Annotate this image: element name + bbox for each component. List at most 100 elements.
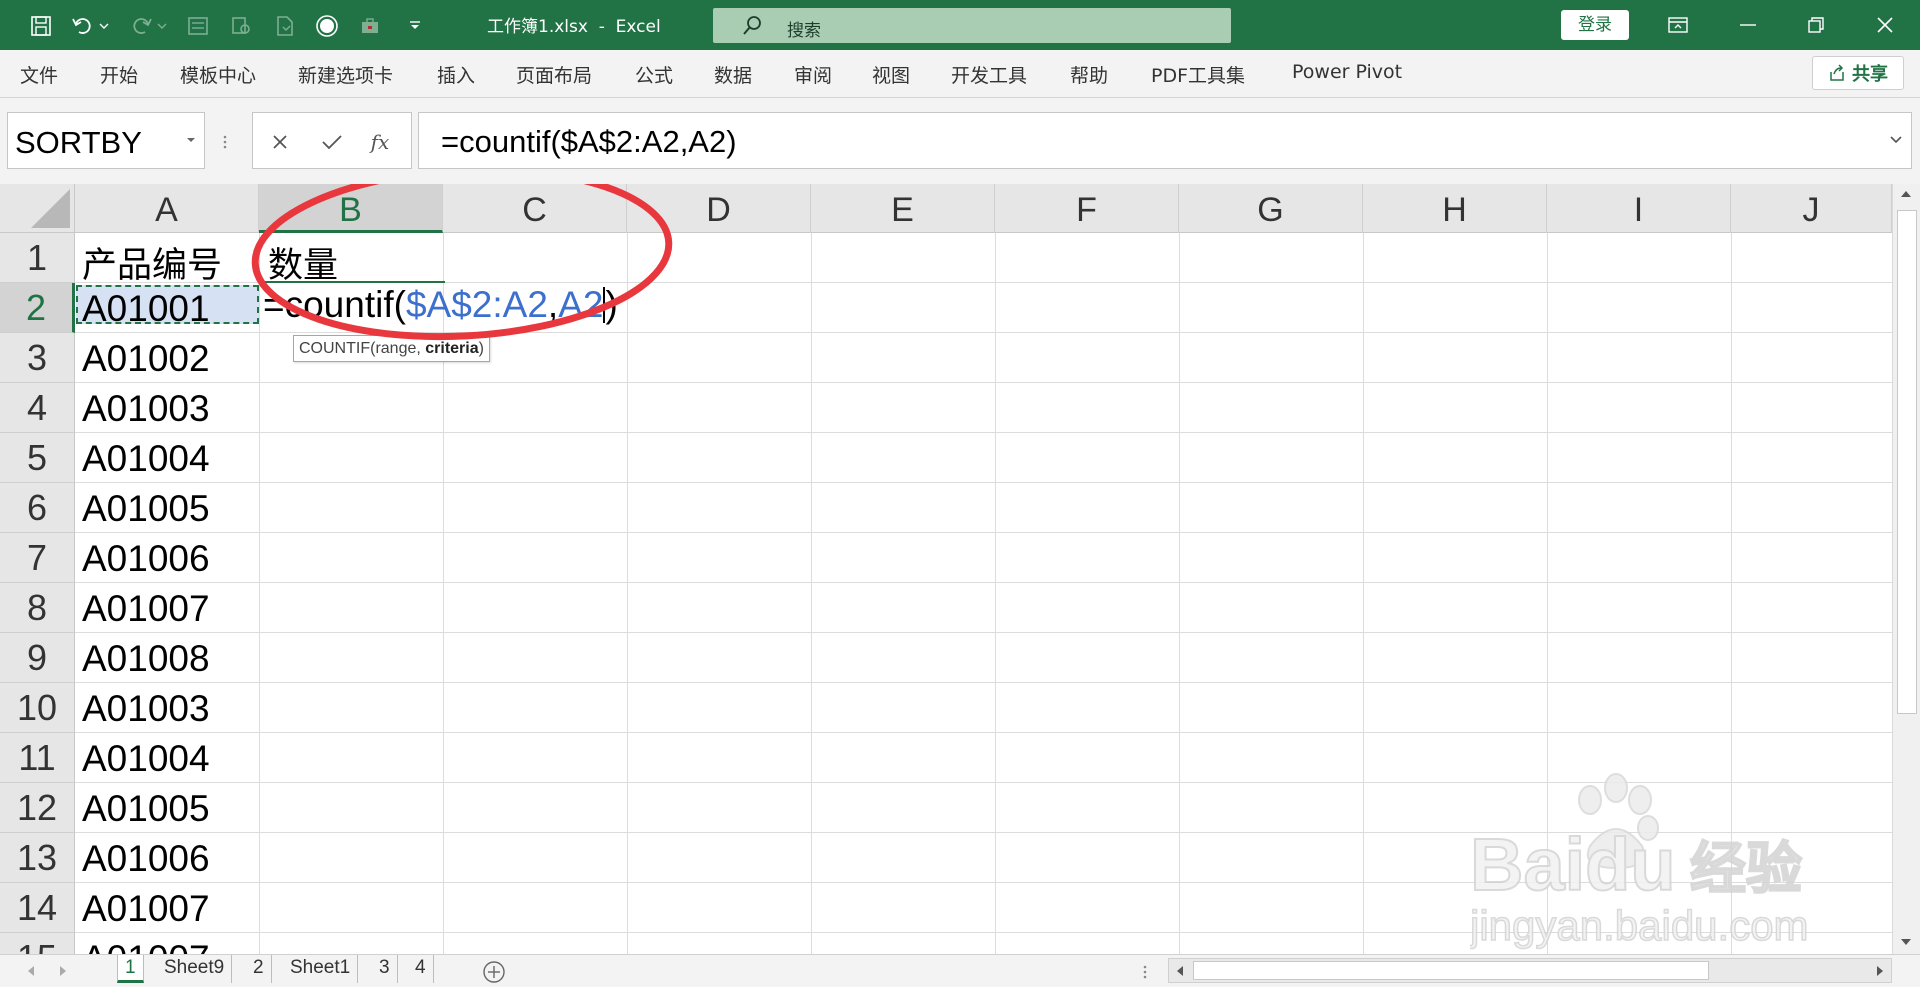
record-circle-icon[interactable] bbox=[314, 13, 340, 39]
column-header-j[interactable]: J bbox=[1731, 184, 1892, 233]
scroll-down-icon[interactable] bbox=[1898, 936, 1914, 948]
cell-a12[interactable]: A01005 bbox=[82, 788, 210, 830]
sheet-tab-4[interactable]: 4 bbox=[408, 955, 434, 983]
tab-power-pivot[interactable]: Power Pivot bbox=[1292, 61, 1402, 83]
login-button[interactable]: 登录 bbox=[1561, 10, 1629, 40]
toolbox-icon[interactable] bbox=[357, 13, 383, 39]
horizontal-scroll-thumb[interactable] bbox=[1193, 961, 1709, 980]
tooltip-arg-range[interactable]: range, bbox=[375, 340, 425, 357]
ribbon-display-options-icon[interactable] bbox=[1643, 0, 1713, 50]
sheet-prev-icon[interactable] bbox=[26, 965, 36, 977]
column-header-e[interactable]: E bbox=[811, 184, 995, 233]
row-header[interactable]: 11 bbox=[0, 733, 75, 783]
tab-view[interactable]: 视图 bbox=[872, 61, 910, 88]
tab-file[interactable]: 文件 bbox=[20, 61, 58, 88]
column-header-c[interactable]: C bbox=[443, 184, 627, 233]
sheet-tab-2[interactable]: 2 bbox=[246, 955, 272, 983]
tab-review[interactable]: 审阅 bbox=[794, 61, 832, 88]
redo-icon[interactable] bbox=[128, 13, 154, 39]
row-header[interactable]: 7 bbox=[0, 533, 75, 583]
print-preview-icon[interactable] bbox=[228, 13, 254, 39]
column-header-h[interactable]: H bbox=[1363, 184, 1547, 233]
row-header[interactable]: 14 bbox=[0, 883, 75, 933]
redo-dropdown-icon[interactable] bbox=[155, 13, 169, 39]
close-window-icon[interactable] bbox=[1850, 0, 1920, 50]
row-header[interactable]: 2 bbox=[0, 283, 75, 333]
select-all-button[interactable] bbox=[0, 184, 75, 233]
tab-data[interactable]: 数据 bbox=[714, 61, 752, 88]
restore-icon[interactable] bbox=[1781, 0, 1851, 50]
undo-icon[interactable] bbox=[70, 13, 96, 39]
cell-a8[interactable]: A01007 bbox=[82, 588, 210, 630]
tab-formulas[interactable]: 公式 bbox=[635, 61, 673, 88]
tab-new-tab[interactable]: 新建选项卡 bbox=[298, 61, 393, 88]
cell-a7[interactable]: A01006 bbox=[82, 538, 210, 580]
tab-insert[interactable]: 插入 bbox=[437, 61, 475, 88]
row-header[interactable]: 12 bbox=[0, 783, 75, 833]
cell-a5[interactable]: A01004 bbox=[82, 438, 210, 480]
cancel-button[interactable] bbox=[265, 127, 295, 157]
cell-a10[interactable]: A01003 bbox=[82, 688, 210, 730]
column-header-d[interactable]: D bbox=[627, 184, 811, 233]
cell-b2-editor[interactable]: =countif($A$2:A2,A2) bbox=[263, 284, 618, 326]
cell-area[interactable]: 产品编号 A01001 A01002 A01003 A01004 A01005 … bbox=[75, 233, 1892, 954]
row-header[interactable]: 4 bbox=[0, 383, 75, 433]
row-header[interactable]: 13 bbox=[0, 833, 75, 883]
cell-a13[interactable]: A01006 bbox=[82, 838, 210, 880]
sheet-tab-sheet9[interactable]: Sheet9 bbox=[157, 955, 233, 983]
column-header-a[interactable]: A bbox=[75, 184, 259, 233]
chevron-down-icon[interactable] bbox=[186, 137, 196, 143]
formula-input[interactable]: =countif($A$2:A2,A2) bbox=[418, 112, 1912, 169]
column-header-f[interactable]: F bbox=[995, 184, 1179, 233]
sheet-tab-1[interactable]: 1 bbox=[117, 955, 144, 983]
tab-page-layout[interactable]: 页面布局 bbox=[516, 61, 592, 88]
cell-a11[interactable]: A01004 bbox=[82, 738, 210, 780]
minimize-icon[interactable] bbox=[1713, 0, 1783, 50]
tab-pdf-tools[interactable]: PDF工具集 bbox=[1151, 61, 1245, 88]
search-box[interactable]: 搜索 bbox=[713, 8, 1231, 43]
cell-b1[interactable]: 数量 bbox=[268, 237, 338, 288]
tab-developer[interactable]: 开发工具 bbox=[951, 61, 1027, 88]
customize-toolbar-icon[interactable] bbox=[402, 13, 428, 39]
sheet-tab-sheet1[interactable]: Sheet1 bbox=[283, 955, 359, 983]
column-header-i[interactable]: I bbox=[1547, 184, 1731, 233]
row-header[interactable]: 3 bbox=[0, 333, 75, 383]
tooltip-arg-criteria[interactable]: criteria bbox=[425, 340, 478, 357]
column-header-g[interactable]: G bbox=[1179, 184, 1363, 233]
undo-dropdown-icon[interactable] bbox=[97, 13, 111, 39]
vertical-scrollbar[interactable] bbox=[1892, 184, 1920, 954]
function-tooltip[interactable]: COUNTIF(range, criteria) bbox=[293, 335, 490, 362]
vertical-scroll-thumb[interactable] bbox=[1897, 210, 1917, 714]
cell-a14[interactable]: A01007 bbox=[82, 888, 210, 930]
sheet-next-icon[interactable] bbox=[58, 965, 68, 977]
column-header-b[interactable]: B bbox=[259, 184, 443, 233]
tab-splitter-icon[interactable] bbox=[1142, 964, 1148, 980]
cell-a6[interactable]: A01005 bbox=[82, 488, 210, 530]
cell-a2[interactable]: A01001 bbox=[82, 288, 210, 330]
scroll-left-icon[interactable] bbox=[1175, 965, 1185, 977]
enter-button[interactable] bbox=[317, 127, 347, 157]
scroll-right-icon[interactable] bbox=[1875, 965, 1885, 977]
document-icon[interactable] bbox=[272, 13, 298, 39]
row-header[interactable]: 5 bbox=[0, 433, 75, 483]
add-sheet-icon[interactable] bbox=[482, 960, 506, 984]
tab-template-center[interactable]: 模板中心 bbox=[180, 61, 256, 88]
row-header[interactable]: 6 bbox=[0, 483, 75, 533]
drag-handle-icon[interactable] bbox=[222, 134, 228, 150]
row-header[interactable]: 9 bbox=[0, 633, 75, 683]
cell-a1[interactable]: 产品编号 bbox=[82, 237, 222, 288]
share-button[interactable]: 共享 bbox=[1812, 56, 1904, 90]
row-header[interactable]: 10 bbox=[0, 683, 75, 733]
row-header[interactable]: 1 bbox=[0, 233, 75, 283]
tab-home[interactable]: 开始 bbox=[100, 61, 138, 88]
sheet-tab-3[interactable]: 3 bbox=[372, 955, 398, 983]
scroll-up-icon[interactable] bbox=[1898, 188, 1914, 200]
save-icon[interactable] bbox=[28, 13, 54, 39]
horizontal-scrollbar[interactable] bbox=[1168, 958, 1892, 983]
name-box[interactable]: SORTBY bbox=[7, 112, 205, 169]
cell-a4[interactable]: A01003 bbox=[82, 388, 210, 430]
row-header[interactable]: 8 bbox=[0, 583, 75, 633]
row-header[interactable]: 15 bbox=[0, 933, 75, 954]
cell-a3[interactable]: A01002 bbox=[82, 338, 210, 380]
tab-help[interactable]: 帮助 bbox=[1070, 61, 1108, 88]
